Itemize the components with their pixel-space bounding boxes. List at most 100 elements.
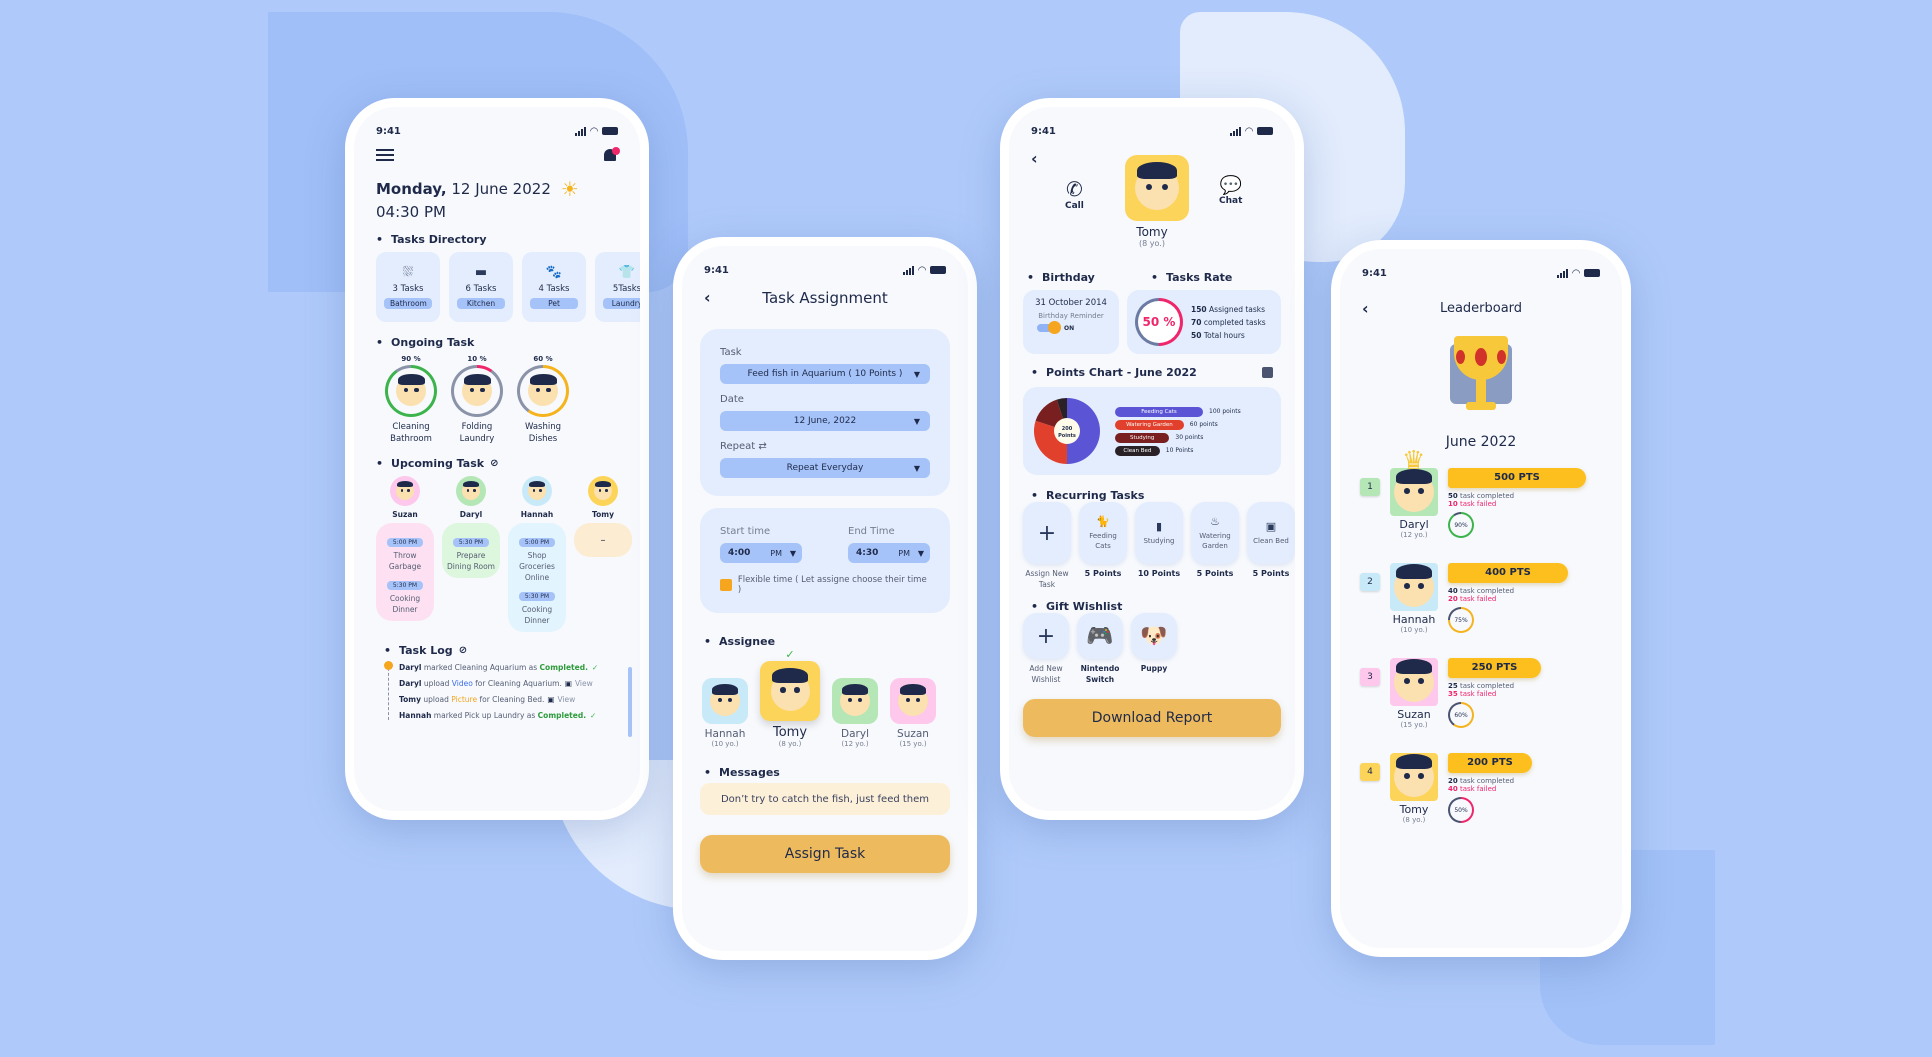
eye-off-icon[interactable]: ⊘ — [490, 458, 498, 469]
recurring-points: 5 Points — [1252, 569, 1290, 578]
task-select[interactable]: Feed fish in Aquarium ( 10 Points ) ▼ — [720, 364, 930, 384]
view-link[interactable]: View — [575, 679, 593, 688]
flexible-time-label: Flexible time ( Let assigne choose their… — [737, 575, 927, 595]
avatar — [588, 476, 618, 506]
date-label: Date — [720, 394, 744, 405]
assignee-option[interactable]: ✓ Tomy (8 yo.) — [758, 648, 822, 748]
birthday-card: 31 October 2014 Birthday Reminder ON — [1023, 290, 1119, 354]
assignee-option[interactable]: Hannah (10 yo.) — [700, 678, 750, 748]
birthday-date: 31 October 2014 — [1035, 298, 1107, 308]
avatar — [1390, 563, 1438, 611]
tasks-completed: 20 task completed — [1448, 777, 1515, 785]
upcoming-card[interactable]: 5:00 PM Shop Groceries Online 5:30 PM Cooki… — [508, 523, 566, 632]
player-age: (15 yo.) — [1400, 721, 1428, 729]
scrollbar[interactable] — [628, 667, 632, 737]
legend-row: Feeding Cats 100 points — [1115, 406, 1271, 417]
reminder-toggle[interactable] — [1037, 321, 1061, 334]
log-entry: Hannah marked Pick up Laundry as Complet… — [399, 711, 597, 720]
ongoing-task[interactable]: 90 % Cleaning Bathroom — [384, 355, 438, 445]
assign-task-button[interactable]: Assign Task — [700, 835, 950, 873]
directory-card[interactable]: ▬ 6 Tasks Kitchen — [449, 252, 513, 322]
leaderboard-row[interactable]: 4 Tomy (8 yo.) 200 PTS 20 task completed 40 t… — [1360, 753, 1602, 848]
avatar — [760, 661, 820, 721]
task-label: Task — [720, 347, 742, 358]
repeat-select[interactable]: Repeat Everyday ▼ — [720, 458, 930, 478]
status-bar: 9:41 ◠ — [682, 246, 968, 276]
end-time-select[interactable]: 4:30 PM ▼ — [848, 543, 930, 563]
plant-icon: ♨ — [1210, 515, 1220, 528]
avatar — [702, 678, 748, 724]
recurring-task[interactable]: ▮ Studying 10 Points — [1135, 502, 1183, 590]
recurring-task[interactable]: 🐈 Feeding Cats 5 Points — [1079, 502, 1127, 590]
phone-icon: ✆ — [1066, 177, 1083, 201]
upcoming-card[interactable]: 5:00 PM Throw Garbage 5:30 PM Cooking Dinne… — [376, 523, 434, 621]
start-time-select[interactable]: 4:00 PM ▼ — [720, 543, 802, 563]
legend-bar: Clean Bed — [1115, 445, 1160, 456]
directory-card[interactable]: 🐾 4 Tasks Pet — [522, 252, 586, 322]
flexible-time-checkbox[interactable] — [720, 579, 732, 591]
player-age: (10 yo.) — [1400, 626, 1428, 634]
wishlist-item[interactable]: 🐶 Puppy — [1131, 613, 1177, 685]
progress-ring — [451, 365, 503, 417]
menu-icon[interactable] — [376, 149, 394, 161]
task-count: 5Tasks — [612, 284, 642, 294]
directory-card[interactable]: ⛆ 3 Tasks Bathroom — [376, 252, 440, 322]
points-bar: 250 PTS — [1448, 658, 1541, 678]
chart-legend: Feeding Cats 100 points Watering Garden 60 … — [1115, 406, 1271, 456]
message-input[interactable]: Don’t try to catch the fish, just feed t… — [700, 783, 950, 815]
leaderboard-row[interactable]: 2 Hannah (10 yo.) 400 PTS 40 task completed 2… — [1360, 563, 1602, 658]
calendar-icon[interactable] — [1262, 367, 1273, 378]
assignee-option[interactable]: Suzan (15 yo.) — [888, 678, 938, 748]
chat-button[interactable]: 💬 Chat — [1219, 175, 1242, 206]
rank-badge: 2 — [1360, 573, 1380, 591]
status-time: 9:41 — [1362, 267, 1387, 279]
recurring-tasks: + Assign New Task 🐈 Feeding Cats 5 Points ▮ St… — [1009, 502, 1295, 590]
person-name: Suzan — [392, 510, 418, 519]
task-name: Throw Garbage — [388, 551, 422, 571]
task-label: Washing Dishes — [524, 422, 562, 444]
progress-ring — [517, 365, 569, 417]
upcoming-person: Suzan 5:00 PM Throw Garbage 5:30 PM Cooking … — [376, 476, 434, 632]
bell-icon[interactable] — [604, 147, 620, 163]
ongoing-task[interactable]: 10 % Folding Laundry — [450, 355, 504, 445]
end-time-label: End Time — [848, 526, 895, 537]
wishlist-label: Add New Wishlist — [1029, 664, 1063, 684]
view-link[interactable]: View — [557, 695, 575, 704]
points-bar: 500 PTS — [1448, 468, 1586, 488]
avatar — [454, 368, 500, 414]
upcoming-person: Hannah 5:00 PM Shop Groceries Online 5:30 P… — [508, 476, 566, 632]
avatar — [1390, 753, 1438, 801]
recurring-task[interactable]: ▣ Clean Bed 5 Points — [1247, 502, 1295, 590]
assignee-option[interactable]: Daryl (12 yo.) — [830, 678, 880, 748]
date-select[interactable]: 12 June, 2022 ▼ — [720, 411, 930, 431]
task-name: Shop Groceries Online — [519, 551, 555, 582]
task-count: 4 Tasks — [538, 284, 570, 294]
call-button[interactable]: ✆ Call — [1065, 177, 1084, 211]
recurring-task[interactable]: + Assign New Task — [1023, 502, 1071, 590]
profile-name: Tomy — [1136, 225, 1168, 239]
eye-off-icon[interactable]: ⊘ — [459, 645, 467, 656]
log-entry: Daryl marked Cleaning Aquarium as Comple… — [399, 663, 599, 672]
task-label: Cleaning Bathroom — [390, 422, 432, 444]
avatar: ♛ — [1390, 446, 1438, 516]
tasks-failed: 40 task failed — [1448, 785, 1497, 793]
upcoming-card[interactable]: – — [574, 523, 632, 557]
download-report-button[interactable]: Download Report — [1023, 699, 1281, 737]
leaderboard-row[interactable]: 1 ♛ Daryl (12 yo.) 500 PTS 50 task completed 1… — [1360, 446, 1602, 563]
completed-tasks: 70 completed tasks — [1191, 317, 1266, 327]
upcoming-card[interactable]: 5:30 PM Prepare Dining Room — [442, 523, 500, 578]
assignee-list: Hannah (10 yo.) ✓ Tomy (8 yo.) Daryl (12 yo.) S… — [682, 648, 968, 748]
back-icon[interactable]: ‹ — [1031, 149, 1038, 168]
progress-percent: 60 % — [533, 355, 553, 363]
wishlist-item[interactable]: 🎮 Nintendo Switch — [1077, 613, 1123, 685]
recurring-label: Clean Bed — [1253, 537, 1289, 545]
ongoing-task[interactable]: 60 % Washing Dishes — [516, 355, 570, 445]
shower-icon: ⛆ — [402, 265, 414, 280]
recurring-task[interactable]: ♨ Watering Garden 5 Points — [1191, 502, 1239, 590]
task-name: Cooking Dinner — [389, 594, 421, 614]
directory-card[interactable]: 👕 5Tasks Laundry — [595, 252, 642, 322]
leaderboard-row[interactable]: 3 Suzan (15 yo.) 250 PTS 25 task completed 35… — [1360, 658, 1602, 753]
pot-icon: ▬ — [474, 265, 488, 280]
wishlist-item[interactable]: + Add New Wishlist — [1023, 613, 1069, 685]
person-name: Daryl — [459, 510, 483, 519]
